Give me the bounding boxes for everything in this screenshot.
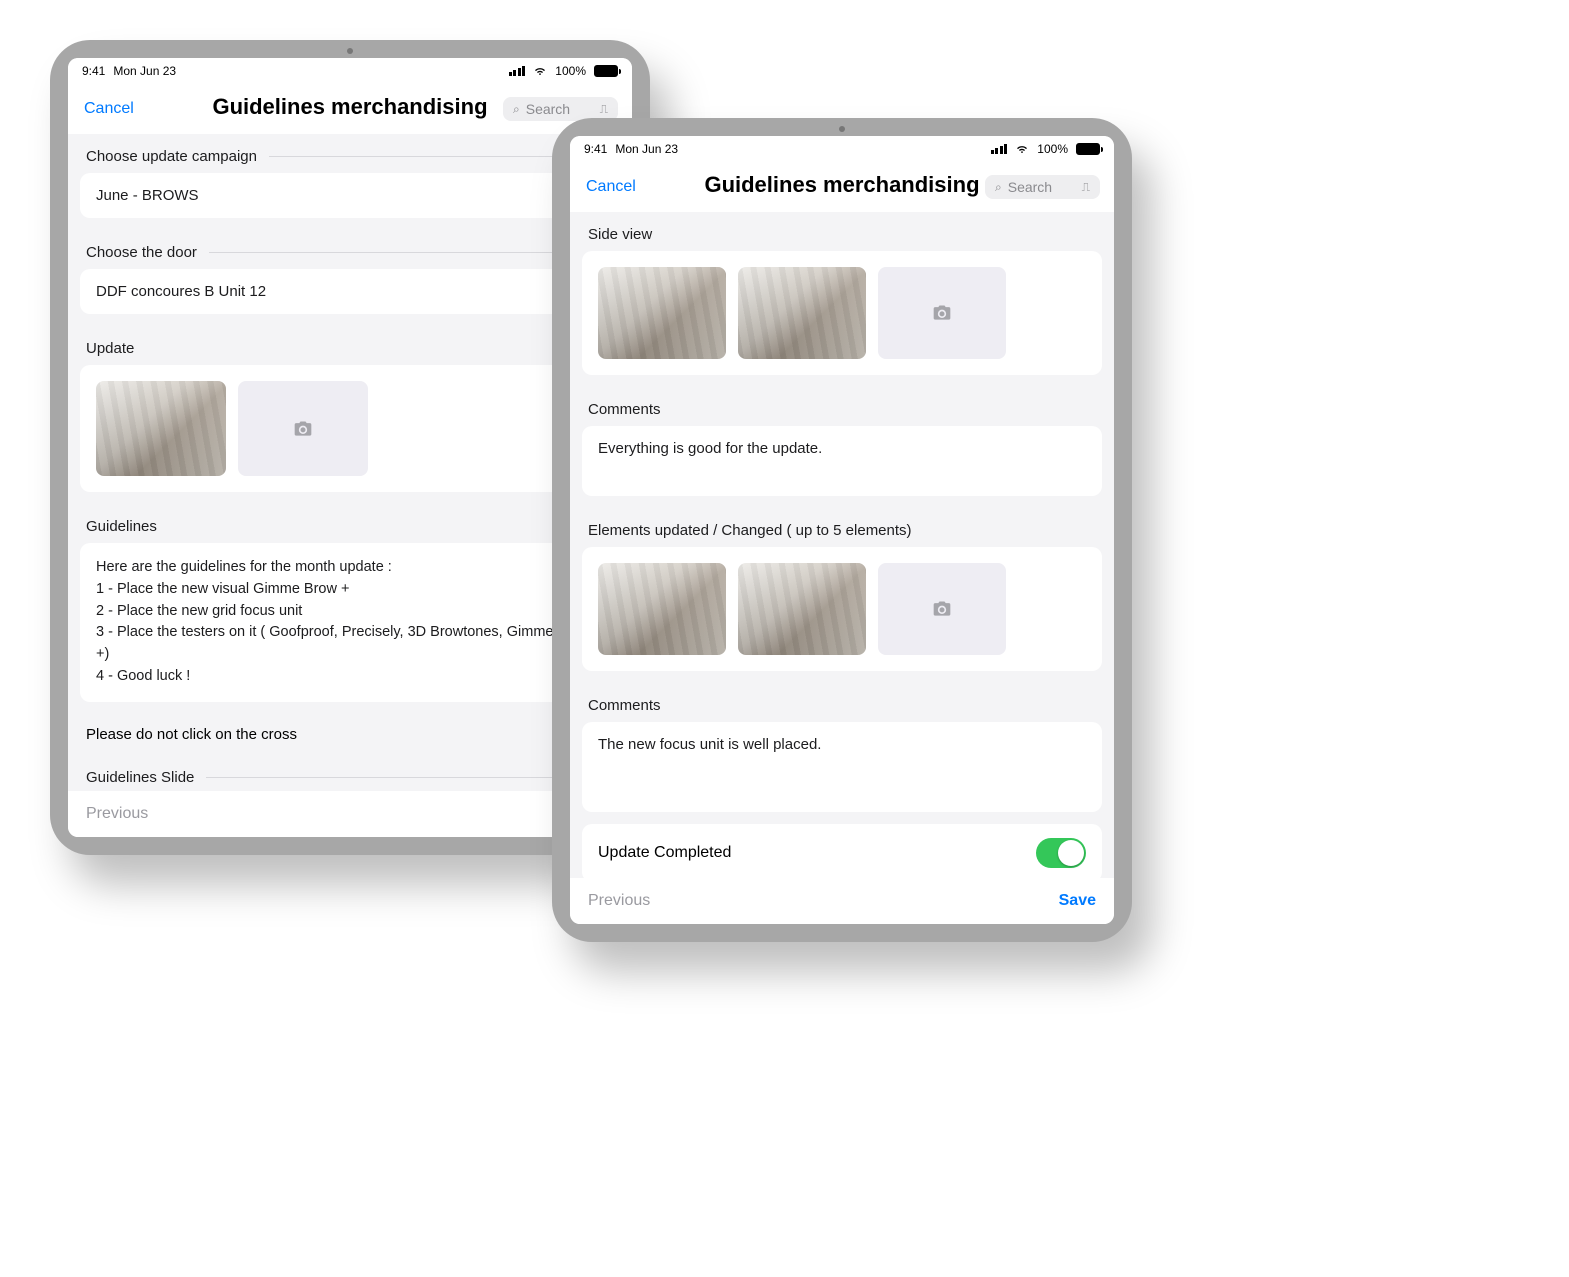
footer-right: Previous Save xyxy=(570,878,1114,924)
content-left: Choose update campaign June - BROWS Choo… xyxy=(68,134,632,791)
update-completed-label: Update Completed xyxy=(598,844,731,862)
nav-header: Cancel Guidelines merchandising ⌕ Search… xyxy=(570,162,1114,212)
label-guidelines: Guidelines xyxy=(68,504,632,543)
screen-left: 9:41 Mon Jun 23 100% Cancel Guidelines m… xyxy=(68,58,632,837)
content-right: Side view Comments Everything is good fo… xyxy=(570,212,1114,878)
search-input[interactable]: ⌕ Search ⎍ xyxy=(985,175,1100,199)
previous-button[interactable]: Previous xyxy=(86,805,148,823)
label-comments-2: Comments xyxy=(570,683,1114,722)
page-title: Guidelines merchandising xyxy=(704,172,979,198)
search-wrap: ⌕ Search ⎍ xyxy=(985,175,1100,199)
tablet-right: 9:41 Mon Jun 23 100% Cancel Guidelines m… xyxy=(552,118,1132,942)
wifi-icon xyxy=(1015,142,1029,156)
search-icon: ⌕ xyxy=(995,180,1002,195)
cancel-button[interactable]: Cancel xyxy=(586,178,636,196)
screen-right: 9:41 Mon Jun 23 100% Cancel Guidelines m… xyxy=(570,136,1114,924)
page-title: Guidelines merchandising xyxy=(212,94,487,120)
label-update: Update xyxy=(68,326,632,365)
camera-dot xyxy=(347,48,353,54)
add-photo-button[interactable] xyxy=(878,563,1006,655)
search-placeholder: Search xyxy=(1008,179,1052,195)
search-icon: ⌕ xyxy=(513,102,520,117)
nav-header: Cancel Guidelines merchandising ⌕ Search… xyxy=(68,84,632,134)
label-elements-updated: Elements updated / Changed ( up to 5 ele… xyxy=(570,508,1114,547)
battery-pct: 100% xyxy=(555,64,586,78)
mic-icon: ⎍ xyxy=(1082,180,1090,195)
status-time: 9:41 xyxy=(584,142,607,156)
label-comments-1: Comments xyxy=(570,387,1114,426)
status-bar: 9:41 Mon Jun 23 100% xyxy=(570,136,1114,162)
comment-field-1[interactable]: Everything is good for the update. xyxy=(582,426,1102,496)
guidelines-text: Here are the guidelines for the month up… xyxy=(80,543,620,702)
add-photo-button[interactable] xyxy=(878,267,1006,359)
comment-field-2[interactable]: The new focus unit is well placed. xyxy=(582,722,1102,812)
campaign-select[interactable]: June - BROWS xyxy=(80,173,620,218)
update-photo-1[interactable] xyxy=(96,381,226,476)
signal-icon xyxy=(509,66,526,76)
footer-left: Previous xyxy=(68,791,632,837)
cancel-button[interactable]: Cancel xyxy=(84,100,134,118)
update-completed-row: Update Completed xyxy=(582,824,1102,878)
previous-button[interactable]: Previous xyxy=(588,892,650,910)
battery-pct: 100% xyxy=(1037,142,1068,156)
label-guidelines-slide: Guidelines Slide xyxy=(68,755,632,792)
camera-icon xyxy=(292,419,314,439)
label-side-view: Side view xyxy=(570,212,1114,251)
element-photo-1[interactable] xyxy=(598,563,726,655)
search-placeholder: Search xyxy=(526,101,570,117)
camera-icon xyxy=(931,303,953,323)
camera-icon xyxy=(931,599,953,619)
element-photo-2[interactable] xyxy=(738,563,866,655)
sideview-photo-1[interactable] xyxy=(598,267,726,359)
sideview-photos xyxy=(582,251,1102,375)
save-button[interactable]: Save xyxy=(1059,892,1096,910)
status-date: Mon Jun 23 xyxy=(615,142,678,156)
battery-icon xyxy=(1076,143,1100,155)
camera-dot xyxy=(839,126,845,132)
wifi-icon xyxy=(533,64,547,78)
elements-photos xyxy=(582,547,1102,671)
status-date: Mon Jun 23 xyxy=(113,64,176,78)
label-choose-door: Choose the door xyxy=(68,230,632,269)
battery-icon xyxy=(594,65,618,77)
status-time: 9:41 xyxy=(82,64,105,78)
sideview-photo-2[interactable] xyxy=(738,267,866,359)
signal-icon xyxy=(991,144,1008,154)
update-photos xyxy=(80,365,620,492)
update-completed-toggle[interactable] xyxy=(1036,838,1086,868)
status-bar: 9:41 Mon Jun 23 100% xyxy=(68,58,632,84)
mic-icon: ⎍ xyxy=(600,102,608,117)
warning-note: Please do not click on the cross xyxy=(68,714,632,755)
label-choose-campaign: Choose update campaign xyxy=(68,134,632,173)
add-photo-button[interactable] xyxy=(238,381,368,476)
door-select[interactable]: DDF concoures B Unit 12 xyxy=(80,269,620,314)
